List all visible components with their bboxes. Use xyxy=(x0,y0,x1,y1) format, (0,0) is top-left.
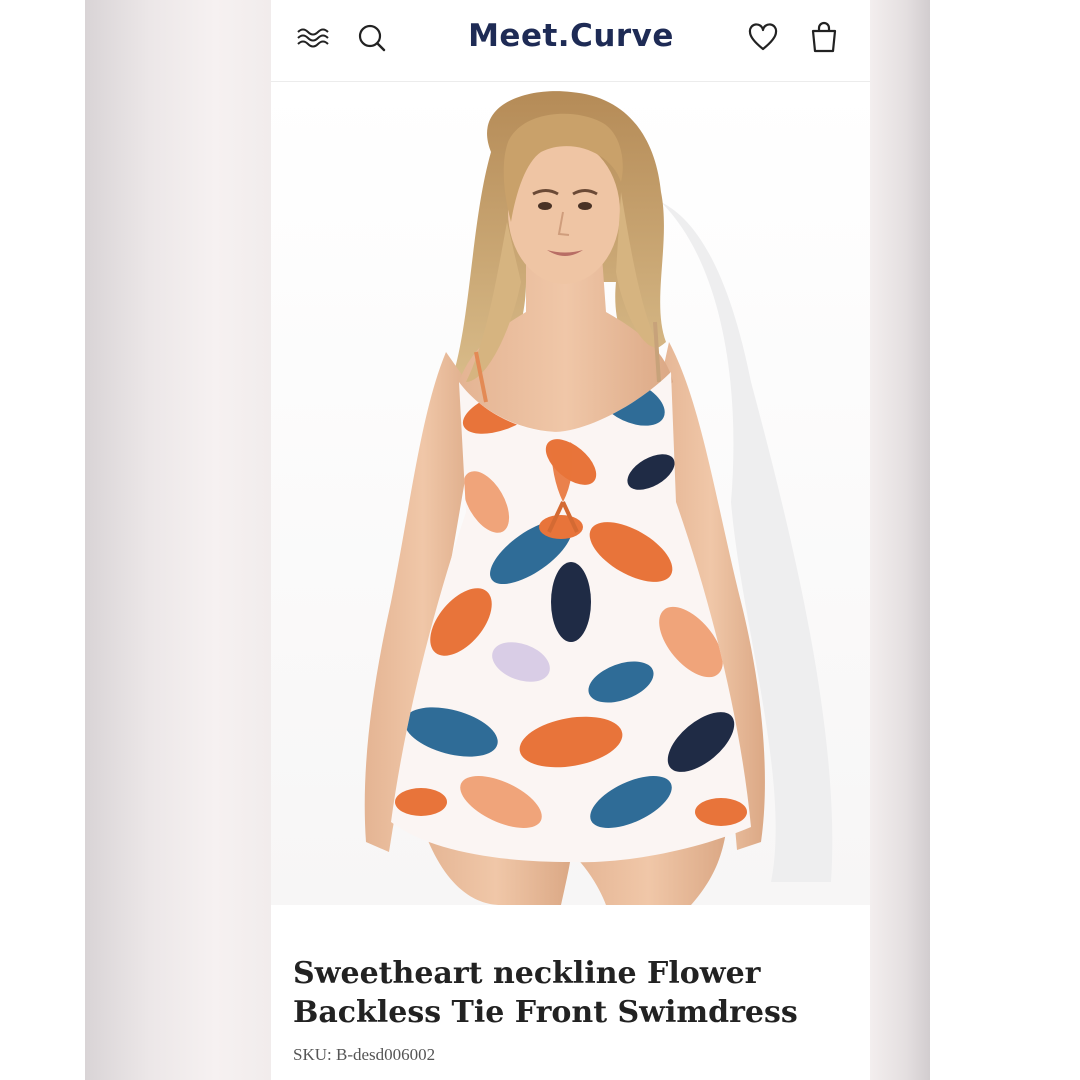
wishlist-heart-icon[interactable] xyxy=(747,22,779,54)
brand-logo[interactable]: Meet.Curve xyxy=(421,16,721,56)
phone-screen: Meet.Curve Sweetheart neckline Flower Ba… xyxy=(271,0,870,1080)
product-title: Sweetheart neckline Flower Backless Tie … xyxy=(293,956,798,1030)
product-photo[interactable] xyxy=(271,82,870,905)
product-sku: SKU: B-desd006002 xyxy=(293,1045,436,1064)
menu-icon[interactable] xyxy=(295,24,329,52)
search-icon[interactable] xyxy=(357,22,387,54)
blurred-background-right xyxy=(870,0,930,1080)
shopping-bag-icon[interactable] xyxy=(809,20,839,54)
top-navigation-bar: Meet.Curve xyxy=(271,0,870,82)
blurred-background-left xyxy=(85,0,271,1080)
